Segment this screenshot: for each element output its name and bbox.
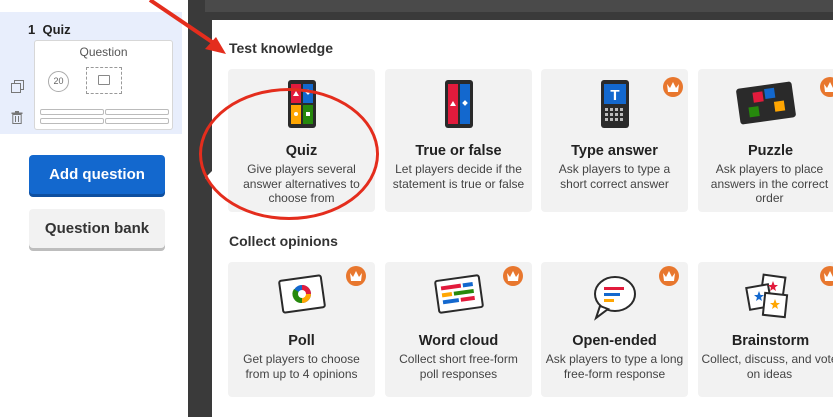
backdrop-top-bar (205, 0, 833, 12)
slide-number: 1 (28, 22, 36, 37)
card-title: Type answer (571, 143, 658, 159)
card-title: Poll (288, 333, 315, 349)
card-title: Open-ended (572, 333, 657, 349)
thumbnail-answer (40, 118, 104, 124)
card-brainstorm[interactable]: Brainstorm Collect, discuss, and vote on… (698, 262, 833, 397)
section-title-collect-opinions: Collect opinions (229, 233, 338, 249)
card-description: Get players to choose from up to 4 opini… (243, 352, 360, 381)
thumbnail-timer: 20 (48, 71, 69, 92)
slide-thumbnail[interactable]: Question 20 (34, 40, 173, 130)
thumbnail-question: Question (79, 45, 128, 59)
card-true-or-false[interactable]: True or false Let players decide if the … (385, 69, 532, 212)
card-type-answer[interactable]: T Type answer Ask players to type a shor… (541, 69, 688, 212)
true-false-icon (385, 79, 532, 135)
annotation-circle (199, 88, 379, 220)
puzzle-icon (698, 79, 833, 135)
premium-crown-icon (346, 266, 366, 286)
question-bank-button[interactable]: Question bank (29, 209, 165, 248)
image-icon (98, 75, 110, 85)
premium-crown-icon (820, 266, 833, 286)
card-description: Ask players to type a short correct answ… (558, 162, 671, 191)
card-title: Brainstorm (731, 333, 810, 349)
slide-type: Quiz (42, 22, 71, 37)
card-description: Collect, discuss, and vote on ideas (701, 352, 833, 381)
card-title: Word cloud (418, 333, 499, 349)
thumbnail-answer (105, 118, 169, 124)
card-description: Let players decide if the statement is t… (392, 162, 525, 191)
card-description: Collect short free-form poll responses (399, 352, 518, 381)
add-question-button[interactable]: Add question (29, 155, 165, 194)
trash-icon[interactable] (11, 111, 23, 127)
card-word-cloud[interactable]: Word cloud Collect short free-form poll … (385, 262, 532, 397)
card-description: Ask players to type a long free-form res… (545, 352, 684, 381)
card-poll[interactable]: Poll Get players to choose from up to 4 … (228, 262, 375, 397)
card-description: Ask players to place answers in the corr… (710, 162, 829, 205)
card-title: Puzzle (747, 143, 794, 159)
duplicate-icon[interactable] (11, 80, 24, 96)
thumbnail-image-placeholder (86, 67, 122, 94)
slide-label: 1 Quiz (28, 22, 71, 37)
thumbnail-answer (105, 109, 169, 115)
card-open-ended[interactable]: Open-ended Ask players to type a long fr… (541, 262, 688, 397)
card-title: True or false (415, 143, 502, 159)
thumbnail-answer (40, 109, 104, 115)
premium-crown-icon (820, 77, 833, 97)
section-title-test-knowledge: Test knowledge (229, 40, 333, 56)
sidebar: 1 Quiz Question 20 Add question Question… (0, 0, 188, 417)
brainstorm-icon (698, 272, 833, 328)
premium-crown-icon (503, 266, 523, 286)
card-puzzle[interactable]: Puzzle Ask players to place answers in t… (698, 69, 833, 212)
premium-crown-icon (659, 266, 679, 286)
premium-crown-icon (663, 77, 683, 97)
svg-text:T: T (610, 87, 619, 104)
